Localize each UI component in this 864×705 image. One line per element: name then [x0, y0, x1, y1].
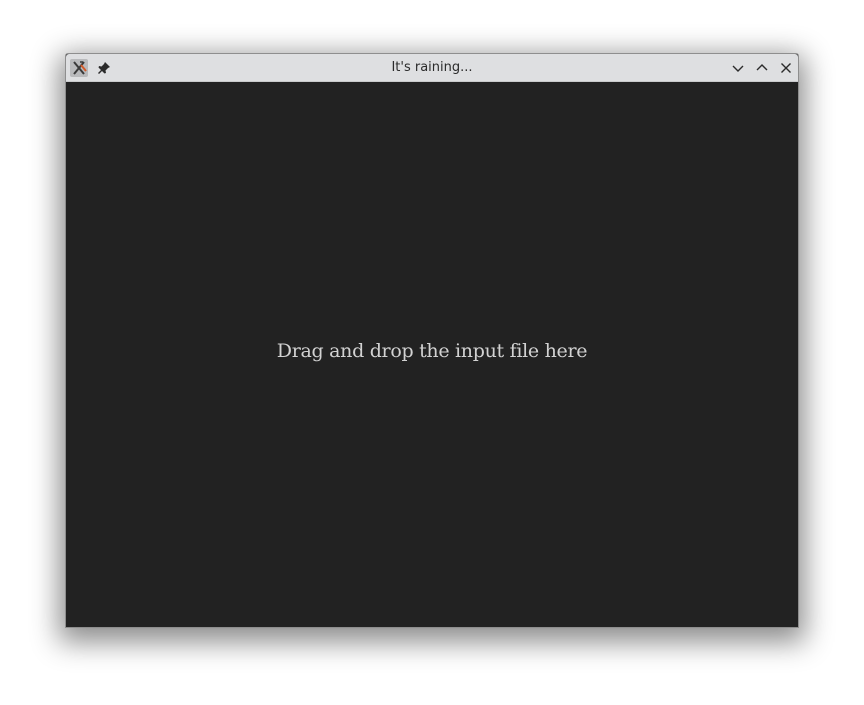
drop-zone[interactable]: Drag and drop the input file here: [66, 82, 798, 627]
app-window: It's raining... Drag and drop the input …: [65, 53, 799, 628]
app-icon[interactable]: [70, 59, 88, 77]
close-icon[interactable]: [778, 60, 794, 76]
minimize-icon[interactable]: [730, 60, 746, 76]
pin-icon[interactable]: [96, 60, 112, 76]
title-bar[interactable]: It's raining...: [66, 54, 798, 82]
drop-hint-label: Drag and drop the input file here: [276, 340, 588, 362]
window-title: It's raining...: [391, 60, 473, 75]
maximize-icon[interactable]: [754, 60, 770, 76]
